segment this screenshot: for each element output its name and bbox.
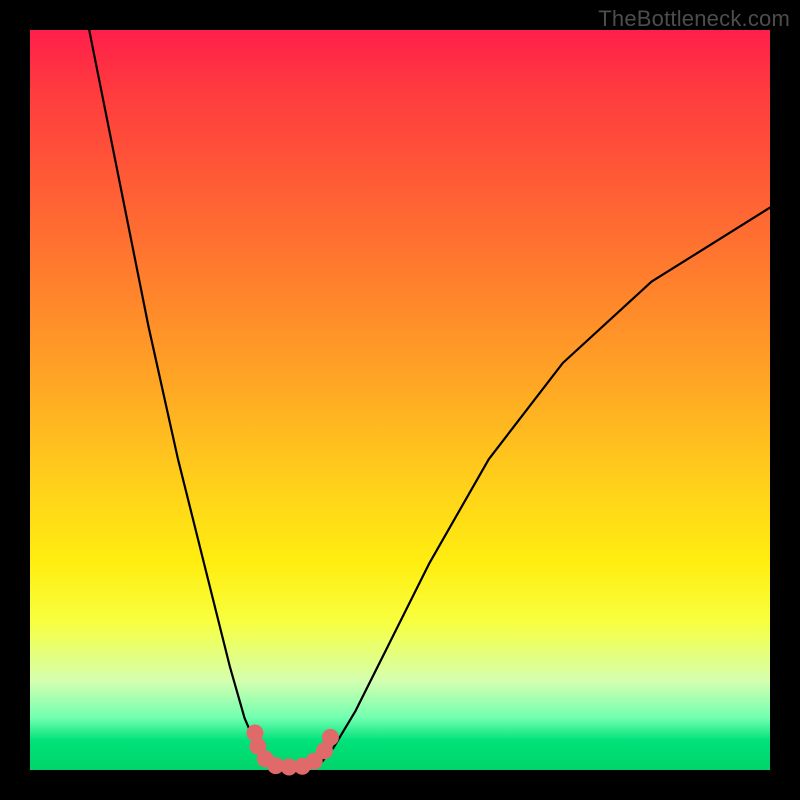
plot-area [30,30,770,770]
watermark-text: TheBottleneck.com [598,6,790,32]
curve-marker [322,729,339,746]
outer-frame: TheBottleneck.com [0,0,800,800]
bottleneck-curve-svg [30,30,770,770]
bottom-marker-cluster [247,725,339,776]
bottleneck-curve [89,30,770,768]
